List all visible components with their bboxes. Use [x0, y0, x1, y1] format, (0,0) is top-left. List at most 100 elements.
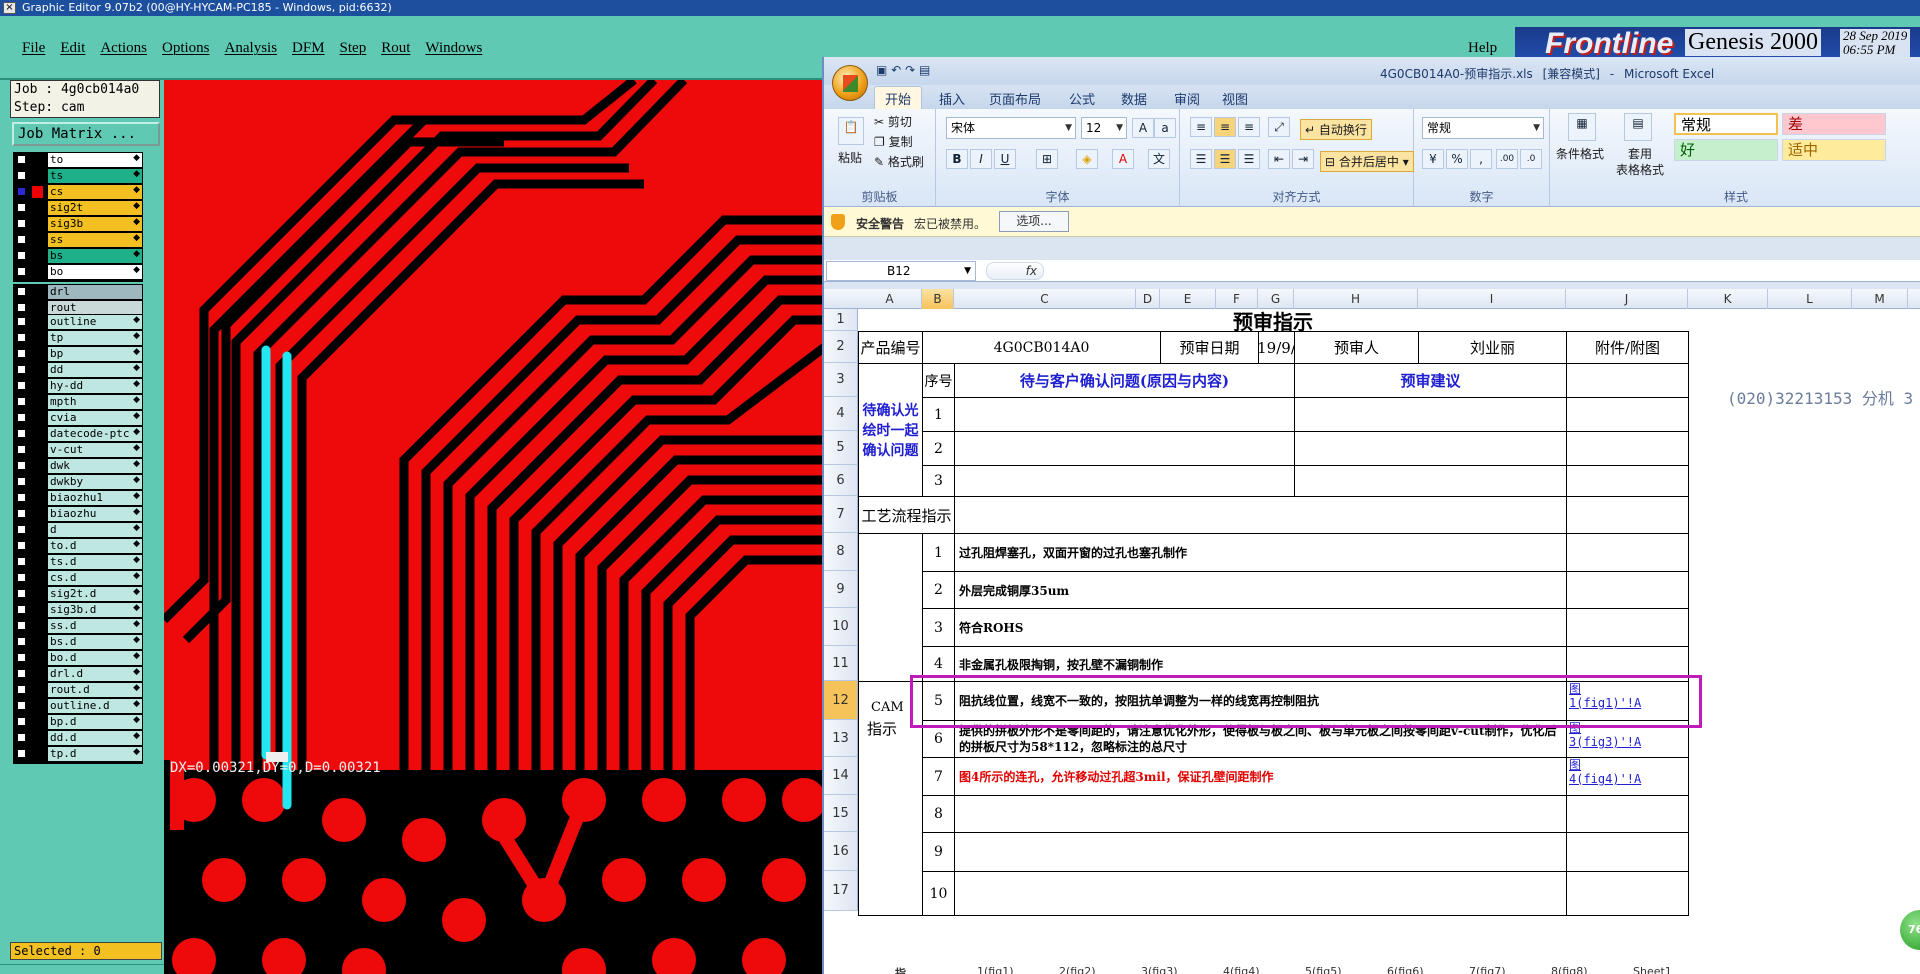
phonetic-icon[interactable]: 文: [1148, 149, 1170, 169]
product-label[interactable]: 产品编号: [858, 331, 923, 364]
layer-checkbox[interactable]: [17, 187, 26, 196]
layer-row-drl[interactable]: drl: [13, 284, 143, 300]
print-preview-icon[interactable]: ▤: [919, 63, 930, 77]
layer-row-bp.d[interactable]: bp.d ◆: [13, 714, 143, 730]
layer-row-ss.d[interactable]: ss.d ◆: [13, 618, 143, 634]
layer-checkbox[interactable]: [17, 287, 26, 296]
layer-row-bs.d[interactable]: bs.d ◆: [13, 634, 143, 650]
sheet-tab-0[interactable]: 指示: [895, 965, 906, 974]
confirm-suggest-3[interactable]: [1294, 465, 1567, 497]
close-icon[interactable]: ×: [3, 2, 16, 14]
wrap-text-button[interactable]: ↵ 自动换行: [1300, 119, 1372, 140]
confirm-label[interactable]: 待确认光绘时一起确认问题: [858, 363, 923, 497]
cam-attach-8[interactable]: [1566, 795, 1689, 833]
sheet-tab-6[interactable]: 6(fig6): [1387, 965, 1424, 974]
orientation-icon[interactable]: ⤢: [1268, 117, 1290, 137]
underline-icon[interactable]: U: [994, 149, 1016, 169]
font-name-select[interactable]: 宋体 ▼: [946, 117, 1076, 139]
layer-checkbox[interactable]: [17, 685, 26, 694]
layer-row-tp.d[interactable]: tp.d ◆: [13, 746, 143, 762]
office-button[interactable]: [832, 65, 868, 101]
name-box[interactable]: B12 ▼: [826, 261, 976, 281]
sheet-tab-7[interactable]: 7(fig7): [1469, 965, 1506, 974]
cam-seq-8[interactable]: 8: [922, 795, 955, 833]
layer-checkbox[interactable]: [17, 219, 26, 228]
layer-row-bo.d[interactable]: bo.d ◆: [13, 650, 143, 666]
column-header-B[interactable]: B: [922, 289, 954, 309]
tab-4[interactable]: 数据: [1121, 89, 1147, 108]
layer-row-hy-dd[interactable]: hy-dd ◆: [13, 378, 143, 394]
suggest-label[interactable]: 预审建议: [1294, 363, 1567, 398]
shrink-font-icon[interactable]: a: [1154, 118, 1176, 138]
layer-checkbox[interactable]: [17, 605, 26, 614]
confirm-seq-1[interactable]: 1: [922, 397, 955, 432]
tab-6[interactable]: 视图: [1222, 89, 1248, 108]
align-bottom-icon[interactable]: ≡: [1238, 117, 1260, 137]
attach-label[interactable]: 附件/附图: [1566, 331, 1689, 364]
layer-checkbox[interactable]: [17, 621, 26, 630]
layer-row-biaozhu[interactable]: biaozhu ◆: [13, 506, 143, 522]
column-header-D[interactable]: D: [1136, 289, 1160, 309]
layer-checkbox[interactable]: [17, 557, 26, 566]
date-value[interactable]: 2019/9/27: [1258, 331, 1295, 364]
layer-checkbox[interactable]: [17, 493, 26, 502]
function-icon[interactable]: fx: [986, 262, 1044, 280]
align-center-icon[interactable]: ☰: [1214, 149, 1236, 169]
increase-decimal-icon[interactable]: .00: [1496, 149, 1518, 169]
confirm-issue-2[interactable]: [954, 431, 1295, 466]
menu-actions[interactable]: Actions: [100, 40, 147, 56]
bold-icon[interactable]: B: [946, 149, 968, 169]
sheet-tab-2[interactable]: 2(fig2): [1059, 965, 1096, 974]
cam-graphics-canvas[interactable]: [164, 80, 834, 974]
row-header-17[interactable]: 17: [824, 871, 858, 911]
column-header-A[interactable]: A: [858, 289, 922, 309]
currency-icon[interactable]: ¥: [1422, 149, 1444, 169]
cut-button[interactable]: ✂ 剪切: [874, 113, 912, 130]
cam-seq-7[interactable]: 7: [922, 757, 955, 796]
column-header-N[interactable]: N: [1908, 289, 1920, 309]
cam-item-7[interactable]: 图4所示的连孔，允许移动过孔超3mil，保证孔壁间距制作: [954, 757, 1567, 796]
cam-item-10[interactable]: [954, 871, 1567, 916]
style-neutral[interactable]: 适中: [1782, 139, 1886, 161]
layer-checkbox[interactable]: [17, 653, 26, 662]
layer-row-drl.d[interactable]: drl.d ◆: [13, 666, 143, 682]
paste-button[interactable]: 粘贴: [838, 149, 862, 166]
row-header-6[interactable]: 6: [824, 465, 858, 496]
column-header-M[interactable]: M: [1852, 289, 1908, 309]
italic-icon[interactable]: I: [970, 149, 992, 169]
layer-checkbox[interactable]: [17, 477, 26, 486]
menu-rout[interactable]: Rout: [381, 40, 410, 56]
increase-indent-icon[interactable]: ⇥: [1292, 149, 1314, 169]
menu-help[interactable]: Help: [1468, 40, 1497, 57]
menu-analysis[interactable]: Analysis: [225, 40, 278, 56]
tab-5[interactable]: 审阅: [1174, 89, 1200, 108]
row-header-14[interactable]: 14: [824, 757, 858, 795]
column-header-E[interactable]: E: [1160, 289, 1216, 309]
layer-checkbox[interactable]: [17, 267, 26, 276]
layer-row-ts.d[interactable]: ts.d ◆: [13, 554, 143, 570]
layer-checkbox[interactable]: [17, 717, 26, 726]
layer-row-outline.d[interactable]: outline.d ◆: [13, 698, 143, 714]
layer-row-ts[interactable]: ts ◆: [13, 168, 143, 184]
row-header-7[interactable]: 7: [824, 496, 858, 533]
seq-label[interactable]: 序号: [922, 363, 955, 398]
process-attach-2[interactable]: [1566, 571, 1689, 609]
row-header-12[interactable]: 12: [824, 681, 858, 720]
layer-row-sig3b[interactable]: sig3b ◆: [13, 216, 143, 232]
layer-row-dd[interactable]: dd ◆: [13, 362, 143, 378]
cam-seq-10[interactable]: 10: [922, 871, 955, 916]
confirm-suggest-2[interactable]: [1294, 431, 1567, 466]
menu-file[interactable]: File: [22, 40, 45, 56]
spreadsheet-grid[interactable]: ABCDEFGHIJKLMN 1234567891011121314151617…: [824, 289, 1920, 974]
style-bad[interactable]: 差: [1782, 113, 1886, 135]
column-header-J[interactable]: J: [1566, 289, 1688, 309]
save-icon[interactable]: ▣: [876, 63, 887, 77]
layer-row-cs[interactable]: cs ◆: [13, 184, 143, 200]
layer-checkbox[interactable]: [17, 365, 26, 374]
layer-row-sig3b.d[interactable]: sig3b.d ◆: [13, 602, 143, 618]
align-right-icon[interactable]: ☰: [1238, 149, 1260, 169]
layer-checkbox[interactable]: [17, 303, 26, 312]
process-seq-3[interactable]: 3: [922, 608, 955, 647]
process-seq-1[interactable]: 1: [922, 533, 955, 572]
figure-link-ref-6[interactable]: 3(fig3)'!A: [1567, 735, 1688, 749]
